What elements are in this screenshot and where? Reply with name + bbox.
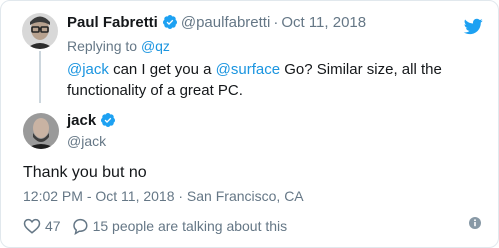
like-count[interactable]: 47 [45,218,61,234]
parent-date[interactable]: Oct 11, 2018 [281,14,366,31]
main-author-handle[interactable]: @jack [67,132,106,150]
main-avatar[interactable] [23,113,59,149]
parent-text-part1: can I get you a [108,61,216,78]
replying-prefix: Replying to [67,38,141,54]
tweet-actions: 47 15 people are talking about this [23,217,287,235]
parent-tweet-text: @jack can I get you a @surface Go? Simil… [67,59,467,101]
parent-author-handle[interactable]: @paulfabretti [181,14,270,31]
heart-icon[interactable] [23,217,41,235]
main-tweet-text: Thank you but no [23,164,147,181]
info-icon[interactable] [469,217,481,229]
verified-badge-icon [101,113,116,127]
main-author-name: jack [67,112,119,130]
thread-connector-line [39,51,41,103]
parent-author-name[interactable]: Paul Fabretti [67,14,158,31]
twitter-bird-icon[interactable] [463,18,483,35]
parent-avatar[interactable] [22,13,58,49]
replying-to-line: Replying to @qz [67,37,170,55]
parent-header: Paul Fabretti @paulfabretti · Oct 11, 2018 [67,14,366,32]
verified-badge-icon [162,15,177,29]
main-author-name-text[interactable]: jack [67,112,96,129]
embedded-tweet-card: Paul Fabretti @paulfabretti · Oct 11, 2018 … [0,0,499,248]
mention-jack[interactable]: @jack [67,61,109,78]
mention-surface[interactable]: @surface [216,61,280,78]
tweet-timestamp[interactable]: 12:02 PM - Oct 11, 2018 · San Francisco,… [23,187,304,205]
separator-dot: · [273,14,279,31]
replying-to-mention[interactable]: @qz [141,38,170,54]
talking-about-link[interactable]: 15 people are talking about this [93,218,288,234]
speech-bubble-icon[interactable] [71,217,89,235]
